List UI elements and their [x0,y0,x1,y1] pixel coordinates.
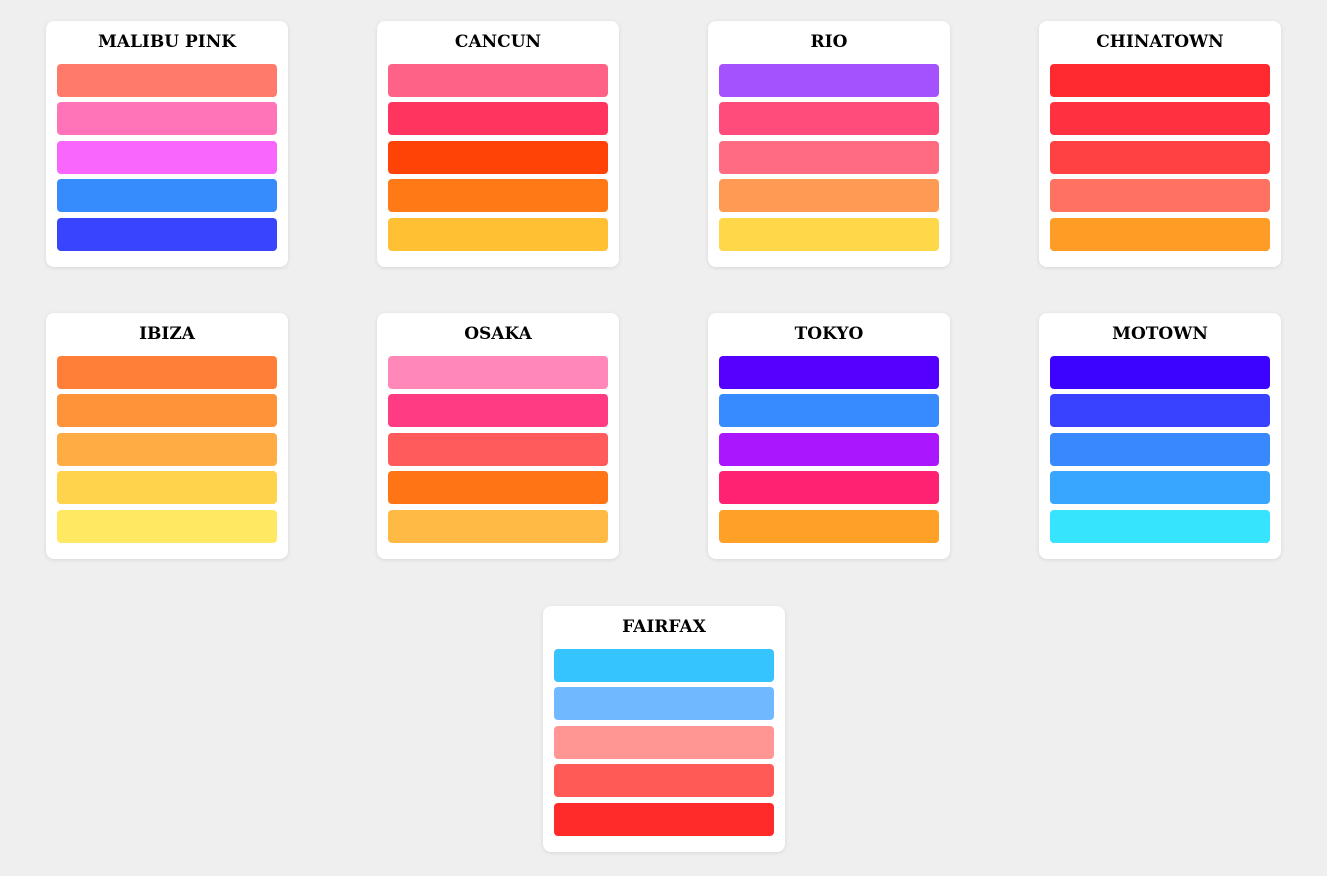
palette-card-rio[interactable]: RIO [708,21,950,267]
color-swatch[interactable] [719,394,939,427]
palette-card-chinatown[interactable]: CHINATOWN [1039,21,1281,267]
color-swatch[interactable] [388,471,608,504]
color-swatch[interactable] [388,394,608,427]
color-swatch[interactable] [57,141,277,174]
color-swatch[interactable] [388,179,608,212]
color-swatch[interactable] [1050,218,1270,251]
palette-card-cancun[interactable]: CANCUN [377,21,619,267]
palette-card-tokyo[interactable]: TOKYO [708,313,950,559]
palette-title: IBIZA [139,324,195,344]
color-swatch[interactable] [719,218,939,251]
color-swatch[interactable] [1050,356,1270,389]
color-swatch[interactable] [57,510,277,543]
color-swatch[interactable] [388,510,608,543]
palette-card-malibu-pink[interactable]: MALIBU PINK [46,21,288,267]
color-swatch[interactable] [57,179,277,212]
color-swatch[interactable] [388,218,608,251]
color-swatch[interactable] [719,64,939,97]
color-swatch[interactable] [388,141,608,174]
palette-title: CANCUN [454,32,542,52]
palette-title: RIO [810,32,848,52]
color-swatch[interactable] [719,102,939,135]
color-swatch[interactable] [1050,394,1270,427]
color-swatch[interactable] [1050,471,1270,504]
color-swatch[interactable] [57,471,277,504]
color-swatch[interactable] [719,141,939,174]
palette-title: TOKYO [794,324,864,344]
color-swatch[interactable] [554,764,774,797]
palette-title: MALIBU PINK [97,32,237,52]
color-swatch[interactable] [1050,102,1270,135]
color-swatch[interactable] [1050,510,1270,543]
color-swatch[interactable] [1050,141,1270,174]
color-swatch[interactable] [57,64,277,97]
color-swatch[interactable] [57,394,277,427]
color-swatch[interactable] [719,510,939,543]
color-swatch[interactable] [57,356,277,389]
color-swatch[interactable] [57,218,277,251]
color-swatch[interactable] [388,433,608,466]
color-swatch[interactable] [388,356,608,389]
color-swatch[interactable] [719,433,939,466]
color-swatch[interactable] [1050,64,1270,97]
color-swatch[interactable] [554,687,774,720]
palette-grid: MALIBU PINK CANCUN RIO CHINATOWN IBIZA O… [0,0,1327,876]
palette-title: OSAKA [464,324,532,344]
color-swatch[interactable] [554,649,774,682]
palette-card-ibiza[interactable]: IBIZA [46,313,288,559]
palette-title: MOTOWN [1112,324,1208,344]
color-swatch[interactable] [719,356,939,389]
palette-card-motown[interactable]: MOTOWN [1039,313,1281,559]
color-swatch[interactable] [1050,433,1270,466]
palette-card-osaka[interactable]: OSAKA [377,313,619,559]
color-swatch[interactable] [554,803,774,836]
color-swatch[interactable] [388,102,608,135]
palette-title: CHINATOWN [1096,32,1224,52]
color-swatch[interactable] [554,726,774,759]
color-swatch[interactable] [719,471,939,504]
color-swatch[interactable] [1050,179,1270,212]
color-swatch[interactable] [719,179,939,212]
color-swatch[interactable] [57,433,277,466]
color-swatch[interactable] [388,64,608,97]
palette-title: FAIRFAX [622,617,706,637]
palette-card-fairfax[interactable]: FAIRFAX [543,606,785,852]
color-swatch[interactable] [57,102,277,135]
